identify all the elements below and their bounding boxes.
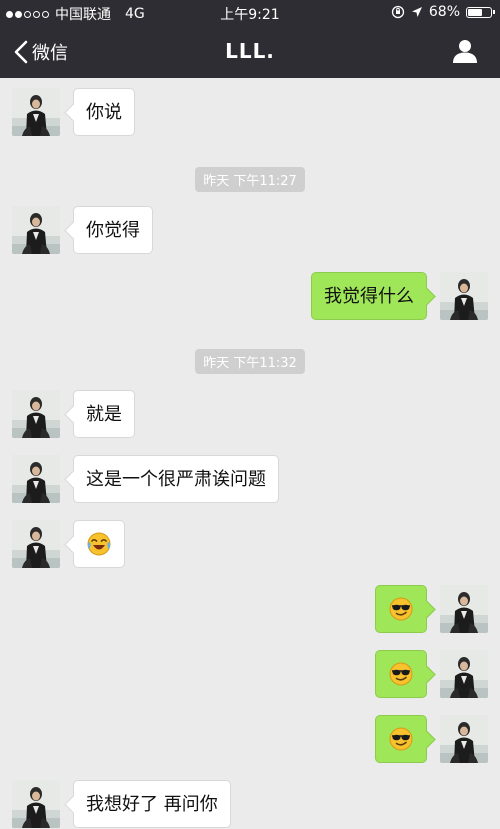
chat-area[interactable]: 你说 昨天 下午11:27 你觉得 我觉得什么 昨天 下午11:32 就是 这是… (0, 78, 500, 828)
message-bubble[interactable]: 我想好了 再问你 (73, 780, 231, 828)
message-bubble[interactable] (375, 715, 427, 763)
avatar-photo-icon (440, 585, 488, 633)
avatar[interactable] (440, 272, 488, 320)
timestamp: 昨天 下午11:27 (0, 167, 500, 192)
location-arrow-icon (411, 7, 422, 17)
status-right: 68% (391, 4, 495, 20)
message-bubble[interactable] (375, 650, 427, 698)
chat-title: LLL. (225, 39, 275, 63)
status-bar: 中国联通 4G 上午9:21 68% (0, 0, 500, 26)
avatar-photo-icon (440, 650, 488, 698)
timestamp-label: 昨天 下午11:27 (195, 167, 305, 192)
message-bubble[interactable] (375, 585, 427, 633)
message-bubble[interactable]: 你觉得 (73, 206, 153, 254)
message-bubble[interactable]: 你说 (73, 88, 135, 136)
avatar-photo-icon (12, 390, 60, 438)
avatar[interactable] (12, 390, 60, 438)
timestamp-label: 昨天 下午11:32 (195, 349, 305, 374)
sunglasses-emoji-icon (389, 727, 413, 750)
avatar[interactable] (12, 780, 60, 828)
avatar[interactable] (12, 88, 60, 136)
avatar-photo-icon (12, 520, 60, 568)
person-icon[interactable] (452, 38, 478, 68)
chat-header: 微信 LLL. (0, 26, 500, 78)
battery-percent: 68% (428, 4, 460, 20)
avatar-photo-icon (12, 206, 60, 254)
avatar[interactable] (12, 206, 60, 254)
avatar[interactable] (12, 455, 60, 503)
avatar-photo-icon (440, 272, 488, 320)
avatar[interactable] (12, 520, 60, 568)
laughing-emoji-icon (87, 532, 111, 555)
battery-icon (466, 6, 495, 18)
avatar[interactable] (440, 715, 488, 763)
avatar-photo-icon (12, 780, 60, 828)
avatar-photo-icon (440, 715, 488, 763)
avatar[interactable] (440, 650, 488, 698)
timestamp: 昨天 下午11:32 (0, 349, 500, 374)
avatar-photo-icon (12, 455, 60, 503)
sunglasses-emoji-icon (389, 597, 413, 620)
avatar-photo-icon (12, 88, 60, 136)
avatar[interactable] (440, 585, 488, 633)
orientation-lock-icon (391, 5, 405, 19)
message-bubble[interactable]: 我觉得什么 (311, 272, 427, 320)
message-bubble[interactable] (73, 520, 125, 568)
message-bubble[interactable]: 就是 (73, 390, 135, 438)
message-bubble[interactable]: 这是一个很严肃诶问题 (73, 455, 279, 503)
sunglasses-emoji-icon (389, 662, 413, 685)
